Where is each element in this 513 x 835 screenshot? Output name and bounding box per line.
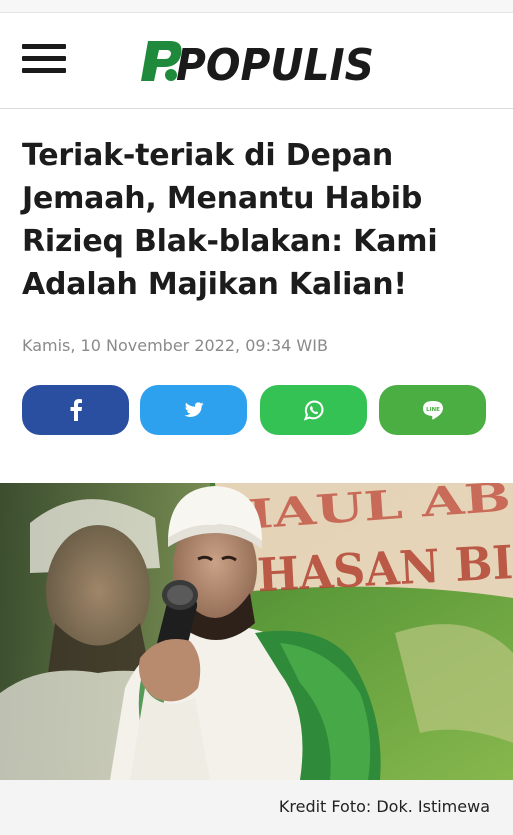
twitter-share-button[interactable] — [140, 385, 247, 435]
photo-credit-bar: Kredit Foto: Dok. Istimewa — [0, 780, 513, 835]
facebook-share-button[interactable] — [22, 385, 129, 435]
logo-text: POPULIS — [176, 40, 374, 85]
line-share-button[interactable]: LINE — [379, 385, 486, 435]
photo-credit: Kredit Foto: Dok. Istimewa — [278, 797, 490, 816]
article-photo: HAUL AB HASAN BI — [0, 483, 513, 780]
line-icon: LINE — [422, 401, 443, 420]
svg-text:LINE: LINE — [426, 407, 440, 413]
twitter-icon — [183, 402, 204, 417]
top-strip — [0, 0, 513, 13]
facebook-icon — [70, 399, 82, 421]
article-date: Kamis, 10 November 2022, 09:34 WIB — [22, 336, 328, 355]
whatsapp-icon — [303, 400, 323, 421]
article-title: Teriak-teriak di Depan Jemaah, Menantu H… — [22, 138, 438, 302]
hamburger-menu-icon[interactable] — [22, 43, 68, 77]
populis-logo[interactable]: POPULIS — [140, 37, 380, 85]
whatsapp-share-button[interactable] — [260, 385, 367, 435]
site-header: POPULIS — [0, 13, 513, 109]
